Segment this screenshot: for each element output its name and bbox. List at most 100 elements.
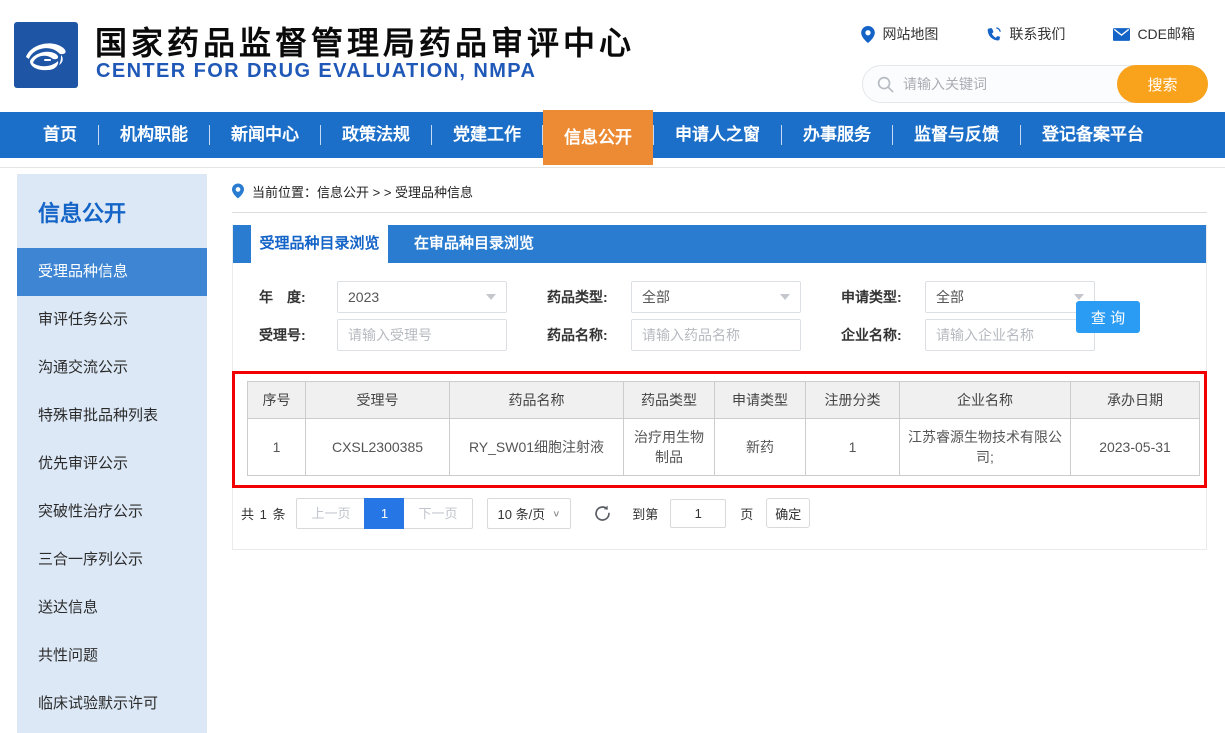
tab-under-review-catalog[interactable]: 在审品种目录浏览 <box>388 225 560 263</box>
nav-bottom-divider <box>0 167 1225 168</box>
cell-seq: 1 <box>248 419 306 476</box>
location-pin-icon <box>861 26 875 43</box>
page-unit-label: 页 <box>740 504 753 523</box>
content-panel: 受理品种目录浏览 在审品种目录浏览 年 度: 2023 药品类型: 全部 申请类… <box>232 225 1207 550</box>
sidebar-item-breakthrough-therapy[interactable]: 突破性治疗公示 <box>17 488 207 536</box>
sitemap-link-label: 网站地图 <box>882 24 938 44</box>
nav-item-home[interactable]: 首页 <box>22 112 98 158</box>
year-label: 年 度: <box>259 287 337 307</box>
cell-acceptance-number: CXSL2300385 <box>306 419 450 476</box>
main-nav: 首页 机构职能 新闻中心 政策法规 党建工作 信息公开 申请人之窗 办事服务 监… <box>0 112 1225 158</box>
goto-page-label: 到第 <box>632 504 658 523</box>
tab-bar: 受理品种目录浏览 在审品种目录浏览 <box>233 225 1206 263</box>
drug-name-label: 药品名称: <box>547 325 631 345</box>
cell-registration-class: 1 <box>806 419 900 476</box>
col-header-drug-name: 药品名称 <box>450 382 624 419</box>
search-icon <box>877 76 894 93</box>
sidebar-item-special-approval[interactable]: 特殊审批品种列表 <box>17 392 207 440</box>
cde-logo[interactable] <box>14 22 78 88</box>
nav-item-news[interactable]: 新闻中心 <box>210 112 320 158</box>
location-pin-icon <box>232 183 244 199</box>
application-type-label: 申请类型: <box>841 287 925 307</box>
col-header-drug-type: 药品类型 <box>624 382 715 419</box>
chevron-down-icon <box>780 294 790 300</box>
chevron-down-icon: ∨ <box>552 508 560 518</box>
company-name-label: 企业名称: <box>841 325 925 345</box>
refresh-icon <box>593 504 612 523</box>
breadcrumb-text: 当前位置：信息公开 > > 受理品种信息 <box>252 182 473 201</box>
table-row: 1 CXSL2300385 RY_SW01细胞注射液 治疗用生物制品 新药 1 … <box>248 419 1200 476</box>
confirm-button[interactable]: 确定 <box>766 498 810 528</box>
year-select[interactable]: 2023 <box>337 281 507 313</box>
sidebar-item-common-issues[interactable]: 共性问题 <box>17 632 207 680</box>
main-content: 当前位置：信息公开 > > 受理品种信息 受理品种目录浏览 在审品种目录浏览 年… <box>232 174 1207 550</box>
drug-name-field-box <box>631 319 801 351</box>
nav-item-functions[interactable]: 机构职能 <box>99 112 209 158</box>
page-size-value: 10 条/页 <box>498 504 546 523</box>
site-search: 请输入关键词 搜索 <box>862 65 1208 103</box>
chevron-down-icon <box>1074 294 1084 300</box>
tab-accepted-catalog[interactable]: 受理品种目录浏览 <box>251 225 388 263</box>
cell-handling-date: 2023-05-31 <box>1071 419 1200 476</box>
nav-item-services[interactable]: 办事服务 <box>782 112 892 158</box>
cell-application-type: 新药 <box>715 419 806 476</box>
site-title-english: CENTER FOR DRUG EVALUATION, NMPA <box>96 60 536 83</box>
col-header-registration-class: 注册分类 <box>806 382 900 419</box>
sidebar-item-three-in-one[interactable]: 三合一序列公示 <box>17 536 207 584</box>
chevron-down-icon <box>486 294 496 300</box>
breadcrumb-divider <box>232 212 1207 213</box>
phone-icon <box>986 26 1002 42</box>
acceptance-number-field-box <box>337 319 507 351</box>
cell-drug-name: RY_SW01细胞注射液 <box>450 419 624 476</box>
goto-page-input[interactable] <box>670 499 726 528</box>
nav-item-registration-platform[interactable]: 登记备案平台 <box>1021 112 1165 158</box>
filter-row-2: 受理号: 药品名称: 企业名称: <box>259 319 1206 351</box>
page-size-select[interactable]: 10 条/页 ∨ <box>487 498 572 529</box>
sidebar-item-clinical-trial-implied-license[interactable]: 临床试验默示许可 <box>17 680 207 728</box>
drug-name-input[interactable] <box>642 327 790 343</box>
mail-icon <box>1113 28 1130 41</box>
nav-item-applicant-window[interactable]: 申请人之窗 <box>654 112 781 158</box>
search-input[interactable]: 请输入关键词 <box>903 74 987 94</box>
contact-us-link[interactable]: 联系我们 <box>986 24 1065 44</box>
nav-item-info-disclosure[interactable]: 信息公开 <box>543 110 653 165</box>
filter-row-1: 年 度: 2023 药品类型: 全部 申请类型: 全部 <box>259 281 1206 313</box>
refresh-button[interactable] <box>593 504 612 523</box>
swan-logo-icon <box>20 35 72 75</box>
year-select-value: 2023 <box>348 289 379 305</box>
site-header: 国家药品监督管理局药品审评中心 CENTER FOR DRUG EVALUATI… <box>0 0 1225 112</box>
sidebar-item-delivery-info[interactable]: 送达信息 <box>17 584 207 632</box>
drug-type-select-value: 全部 <box>642 287 670 307</box>
site-title-chinese: 国家药品监督管理局药品审评中心 <box>95 18 635 64</box>
col-header-seq: 序号 <box>248 382 306 419</box>
sidebar-item-review-tasks[interactable]: 审评任务公示 <box>17 296 207 344</box>
application-type-select-value: 全部 <box>936 287 964 307</box>
nav-item-policies[interactable]: 政策法规 <box>321 112 431 158</box>
red-highlight-annotation: 序号 受理号 药品名称 药品类型 申请类型 注册分类 企业名称 承办日期 1 C… <box>232 371 1207 488</box>
pagination: 共 1 条 上一页 1 下一页 10 条/页 ∨ 到第 页 确定 <box>241 498 1206 528</box>
page-1-button[interactable]: 1 <box>364 498 404 529</box>
nav-item-party-building[interactable]: 党建工作 <box>432 112 542 158</box>
contact-us-link-label: 联系我们 <box>1009 24 1065 44</box>
application-type-select[interactable]: 全部 <box>925 281 1095 313</box>
nav-item-supervision-feedback[interactable]: 监督与反馈 <box>893 112 1020 158</box>
acceptance-number-label: 受理号: <box>259 325 337 345</box>
sidebar: 信息公开 受理品种信息 审评任务公示 沟通交流公示 特殊审批品种列表 优先审评公… <box>17 174 207 733</box>
company-name-field-box <box>925 319 1095 351</box>
table-header-row: 序号 受理号 药品名称 药品类型 申请类型 注册分类 企业名称 承办日期 <box>248 382 1200 419</box>
cde-mail-link[interactable]: CDE邮箱 <box>1113 24 1195 44</box>
company-name-input[interactable] <box>936 327 1084 343</box>
search-button[interactable]: 搜索 <box>1117 65 1208 103</box>
total-count-label: 共 1 条 <box>241 504 286 523</box>
prev-page-button[interactable]: 上一页 <box>297 499 364 528</box>
sidebar-item-communication[interactable]: 沟通交流公示 <box>17 344 207 392</box>
sidebar-item-accepted-varieties[interactable]: 受理品种信息 <box>17 248 207 296</box>
sidebar-item-priority-review[interactable]: 优先审评公示 <box>17 440 207 488</box>
acceptance-number-input[interactable] <box>348 327 496 343</box>
drug-type-select[interactable]: 全部 <box>631 281 801 313</box>
filter-form: 年 度: 2023 药品类型: 全部 申请类型: 全部 受理号: <box>233 263 1206 371</box>
col-header-handling-date: 承办日期 <box>1071 382 1200 419</box>
next-page-button[interactable]: 下一页 <box>404 499 471 528</box>
sitemap-link[interactable]: 网站地图 <box>861 24 938 44</box>
query-button[interactable]: 查 询 <box>1076 301 1140 333</box>
